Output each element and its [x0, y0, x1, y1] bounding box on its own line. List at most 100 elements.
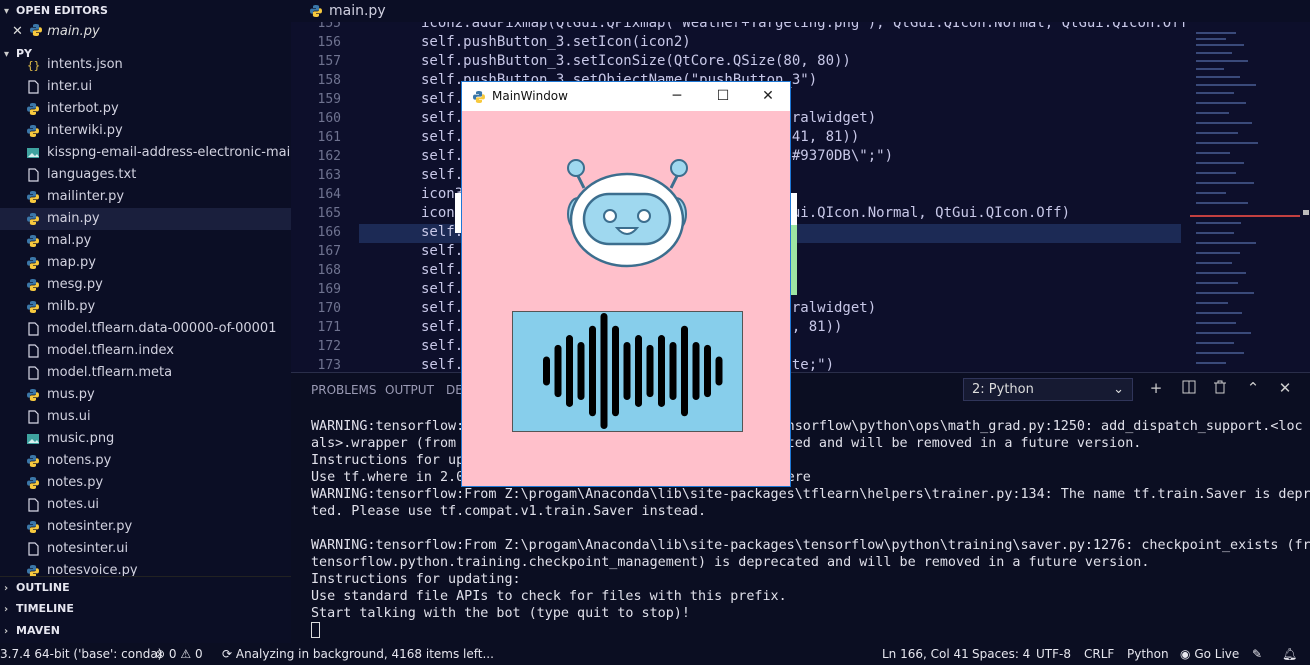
code-line: self.: [421, 281, 464, 297]
cursor-position[interactable]: Ln 166, Col 41: [882, 643, 969, 665]
tab-main-py[interactable]: main.py: [307, 0, 386, 22]
line-number: 161: [317, 130, 341, 145]
go-live-label: Go Live: [1194, 647, 1240, 661]
tab-output[interactable]: OUTPUT: [385, 383, 434, 397]
file-item[interactable]: notes.ui: [0, 494, 291, 516]
file-icon: [26, 498, 40, 512]
file-item[interactable]: mus.py: [0, 384, 291, 406]
code-line: self.: [421, 338, 464, 354]
problems-status[interactable]: ⊗ 0 ⚠ 0: [155, 643, 203, 665]
language-mode[interactable]: Python: [1127, 643, 1169, 665]
chevron-right-icon: ›: [4, 583, 9, 594]
maximize-button[interactable]: ☐: [700, 82, 746, 111]
file-item[interactable]: notens.py: [0, 450, 291, 472]
waveform-bar: [566, 335, 573, 407]
terminal-line: Instructions for upd: [311, 453, 473, 468]
waveform-bar: [646, 344, 654, 398]
waveform-bar: [612, 325, 619, 417]
terminal-select[interactable]: 2: Python ⌄: [963, 378, 1133, 401]
file-item[interactable]: model.tflearn.index: [0, 340, 291, 362]
minimize-button[interactable]: ─: [654, 82, 700, 111]
file-item[interactable]: languages.txt: [0, 164, 291, 186]
file-item[interactable]: main.py: [0, 208, 291, 230]
python-icon: [26, 102, 40, 116]
window-titlebar[interactable]: MainWindow ─ ☐ ✕: [462, 82, 790, 111]
file-name: notes.py: [47, 475, 104, 490]
file-item[interactable]: {} intents.json: [0, 56, 291, 76]
file-name: mailinter.py: [47, 189, 125, 204]
file-item[interactable]: model.tflearn.data-00000-of-00001: [0, 318, 291, 340]
python-interpreter[interactable]: 3.7.4 64-bit ('base': conda): [0, 643, 162, 665]
timeline-header[interactable]: › TIMELINE: [0, 598, 291, 620]
file-item[interactable]: mal.py: [0, 230, 291, 252]
python-icon: [26, 256, 40, 270]
file-item[interactable]: map.py: [0, 252, 291, 274]
file-item[interactable]: kisspng-email-address-electronic-mailin.…: [0, 142, 291, 164]
split-terminal-icon[interactable]: [1181, 380, 1197, 396]
file-item[interactable]: interbot.py: [0, 98, 291, 120]
chevron-right-icon: ›: [4, 626, 9, 637]
bell-icon[interactable]: 🔔︎: [1282, 643, 1297, 665]
maven-header[interactable]: › MAVEN: [0, 620, 291, 642]
close-button[interactable]: ✕: [745, 82, 791, 111]
waveform-bar: [623, 342, 631, 400]
file-item[interactable]: music.png: [0, 428, 291, 450]
file-name: mus.py: [47, 387, 95, 402]
terminal-line: WARNING:tensorflow:F ensorflow\python\op…: [311, 419, 1303, 434]
code-line: self.: [421, 167, 464, 183]
open-editors-header[interactable]: ▾ OPEN EDITORS: [0, 0, 291, 22]
robot-icon[interactable]: [562, 154, 692, 270]
file-item[interactable]: notesinter.ui: [0, 538, 291, 560]
file-name: mal.py: [47, 233, 92, 248]
close-icon[interactable]: ✕: [12, 24, 23, 39]
file-item[interactable]: milb.py: [0, 296, 291, 318]
file-item[interactable]: notes.py: [0, 472, 291, 494]
indentation[interactable]: Spaces: 4: [972, 643, 1030, 665]
line-number: 155: [317, 22, 341, 31]
analysis-status: ⟳ Analyzing in background, 4168 items le…: [222, 643, 494, 665]
outline-header[interactable]: › OUTLINE: [0, 576, 291, 598]
file-name: model.tflearn.index: [47, 343, 174, 358]
file-item[interactable]: inter.ui: [0, 76, 291, 98]
close-icon[interactable]: ✕: [1277, 380, 1293, 396]
file-item[interactable]: notesvoice.py: [0, 560, 291, 576]
sound-wave-icon: [543, 313, 723, 429]
line-number: 167: [317, 244, 341, 259]
analysis-text: Analyzing in background, 4168 items left…: [235, 647, 494, 661]
terminal-line: Use standard file APIs to check for file…: [311, 589, 787, 604]
line-number: 158: [317, 73, 341, 88]
file-item[interactable]: mus.ui: [0, 406, 291, 428]
go-live-button[interactable]: ◉ Go Live: [1180, 643, 1239, 665]
waveform-bar: [715, 356, 723, 386]
line-number: 157: [317, 54, 341, 69]
file-item[interactable]: mailinter.py: [0, 186, 291, 208]
chevron-up-icon[interactable]: ⌃: [1245, 380, 1261, 396]
trash-icon[interactable]: [1212, 380, 1228, 396]
file-item[interactable]: mesg.py: [0, 274, 291, 296]
line-number: 165: [317, 206, 341, 221]
voice-input-button[interactable]: [512, 311, 743, 432]
line-ending[interactable]: CRLF: [1084, 643, 1114, 665]
terminal-output[interactable]: WARNING:tensorflow:F ensorflow\python\op…: [311, 418, 1310, 640]
plus-icon[interactable]: +: [1148, 380, 1164, 396]
terminal-line: Start talking with the bot (type quit to…: [311, 606, 690, 621]
open-editor-item[interactable]: ✕ main.py: [0, 21, 291, 43]
terminal-line: tensorflow.python.training.checkpoint_ma…: [311, 555, 1150, 570]
waveform-bar: [543, 356, 550, 386]
tab-problems[interactable]: PROBLEMS: [311, 383, 377, 397]
file-item[interactable]: model.tflearn.meta: [0, 362, 291, 384]
file-item[interactable]: interwiki.py: [0, 120, 291, 142]
encoding[interactable]: UTF-8: [1036, 643, 1071, 665]
line-number: 168: [317, 263, 341, 278]
file-icon: [26, 168, 40, 182]
file-name: notesinter.ui: [47, 541, 129, 556]
file-name: main.py: [47, 211, 100, 226]
minimap[interactable]: [1190, 22, 1310, 372]
feedback-icon[interactable]: ✎: [1252, 643, 1262, 665]
file-name: interbot.py: [47, 101, 119, 116]
file-icon: [26, 542, 40, 556]
file-item[interactable]: notesinter.py: [0, 516, 291, 538]
code-line: icon2.addPixmap(QtGui.QPixmap("Weather+T…: [421, 22, 1190, 31]
file-name: notes.ui: [47, 497, 100, 512]
open-editor-filename: main.py: [47, 24, 100, 39]
